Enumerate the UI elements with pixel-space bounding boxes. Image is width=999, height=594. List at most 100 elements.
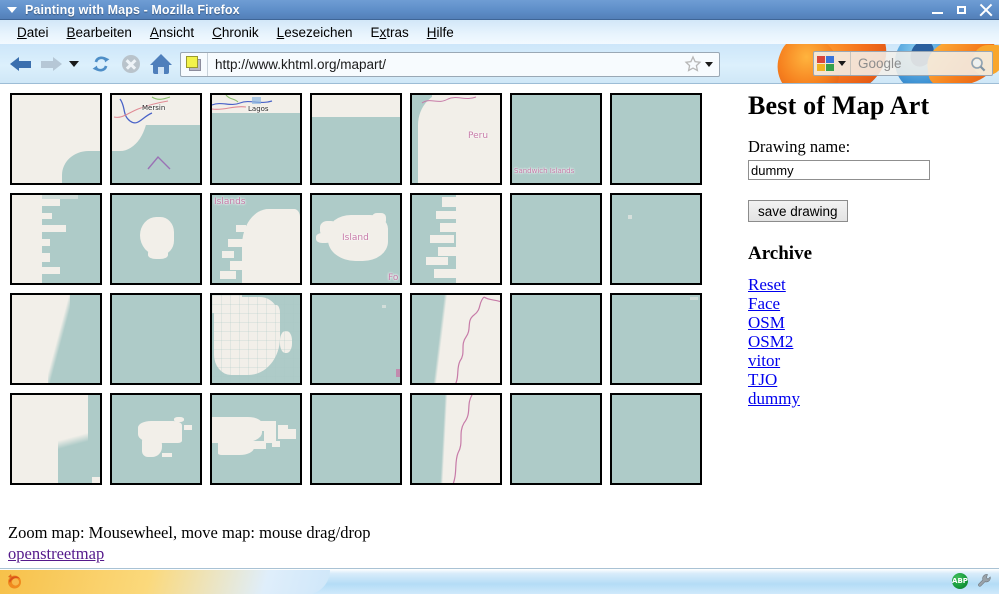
tile-row xyxy=(10,393,720,485)
map-tile[interactable] xyxy=(10,93,102,185)
reload-button[interactable] xyxy=(86,49,116,79)
tools-icon[interactable] xyxy=(977,573,993,589)
archive-link-osm2[interactable]: OSM2 xyxy=(748,332,793,351)
tile-label: Peru xyxy=(468,131,489,141)
page-title: Best of Map Art xyxy=(748,91,930,120)
openstreetmap-link[interactable]: openstreetmap xyxy=(8,544,104,564)
sidebar: Best of Map Art Drawing name: save drawi… xyxy=(748,91,992,408)
window-title: Painting with Maps - Mozilla Firefox xyxy=(25,2,240,17)
url-dropdown-icon[interactable] xyxy=(705,61,713,67)
save-drawing-button[interactable]: save drawing xyxy=(748,200,848,222)
close-icon[interactable] xyxy=(979,3,993,17)
home-button[interactable] xyxy=(146,49,176,79)
map-tile[interactable]: Islands xyxy=(210,193,302,285)
map-tile[interactable] xyxy=(10,193,102,285)
map-tile[interactable] xyxy=(310,393,402,485)
tile-row xyxy=(10,293,720,385)
search-bar[interactable]: Google xyxy=(813,51,993,76)
stop-button[interactable] xyxy=(116,49,146,79)
back-button[interactable] xyxy=(6,49,36,79)
search-icon[interactable] xyxy=(967,54,989,74)
drawing-name-input[interactable] xyxy=(748,160,930,180)
title-bar: Painting with Maps - Mozilla Firefox xyxy=(0,0,999,20)
menu-item-ansicht[interactable]: Ansicht xyxy=(141,24,203,41)
map-tile[interactable]: Island Fo xyxy=(310,193,402,285)
map-tile-grid: Mersin Lagos Peru Sandwich Islands Islan… xyxy=(10,93,720,493)
map-tile[interactable] xyxy=(610,193,702,285)
map-tile[interactable] xyxy=(610,293,702,385)
navigation-toolbar: http://www.khtml.org/mapart/ Google xyxy=(0,44,999,84)
tile-label: Sandwich Islands xyxy=(514,167,575,175)
forward-button[interactable] xyxy=(36,49,66,79)
map-tile[interactable] xyxy=(110,393,202,485)
archive-heading: Archive xyxy=(748,243,813,264)
tile-label: Fo xyxy=(388,273,399,283)
url-bar[interactable]: http://www.khtml.org/mapart/ xyxy=(180,51,720,77)
google-icon xyxy=(817,56,834,71)
tile-label: Island xyxy=(342,233,369,243)
maximize-icon[interactable] xyxy=(955,3,969,17)
status-bar: ABP xyxy=(0,568,999,594)
map-tile[interactable] xyxy=(310,293,402,385)
status-bar-decoration xyxy=(0,570,330,594)
search-input[interactable]: Google xyxy=(851,56,967,71)
menu-item-extras[interactable]: Extras xyxy=(362,24,418,41)
menu-item-chronik[interactable]: Chronik xyxy=(203,24,268,41)
map-tile[interactable] xyxy=(10,393,102,485)
adblock-plus-icon[interactable]: ABP xyxy=(952,573,968,589)
arrow-left-icon xyxy=(10,55,32,73)
map-tile[interactable] xyxy=(610,93,702,185)
window-controls xyxy=(931,0,993,20)
drawing-name-label: Drawing name: xyxy=(748,137,851,156)
home-icon xyxy=(150,54,172,74)
menu-item-lesezeichen[interactable]: Lesezeichen xyxy=(268,24,362,41)
archive-link-tjo[interactable]: TJO xyxy=(748,370,777,389)
window-menu-icon[interactable] xyxy=(7,6,17,13)
archive-link-dummy[interactable]: dummy xyxy=(748,389,800,408)
map-tile[interactable] xyxy=(210,293,302,385)
menu-bar: Datei Bearbeiten Ansicht Chronik Lesezei… xyxy=(0,20,999,44)
map-tile[interactable] xyxy=(410,193,502,285)
chevron-down-icon[interactable] xyxy=(69,61,79,67)
archive-link-reset[interactable]: Reset xyxy=(748,275,786,294)
archive-link-vitor[interactable]: vitor xyxy=(748,351,780,370)
browser-window: Painting with Maps - Mozilla Firefox Dat… xyxy=(0,0,999,594)
map-tile[interactable] xyxy=(110,293,202,385)
map-tile[interactable] xyxy=(510,193,602,285)
map-tile[interactable]: Sandwich Islands xyxy=(510,93,602,185)
archive-link-osm[interactable]: OSM xyxy=(748,313,785,332)
url-input[interactable]: http://www.khtml.org/mapart/ xyxy=(208,57,683,72)
tile-row: Islands Island Fo xyxy=(10,193,720,285)
tile-label: Lagos xyxy=(248,105,269,113)
map-tile[interactable] xyxy=(110,193,202,285)
reload-icon xyxy=(91,54,111,74)
archive-link-face[interactable]: Face xyxy=(748,294,780,313)
archive-link-list: Reset Face OSM OSM2 vitor TJO dummy xyxy=(748,275,992,408)
tile-row: Mersin Lagos Peru Sandwich Islands xyxy=(10,93,720,185)
map-tile[interactable] xyxy=(510,393,602,485)
map-tile[interactable] xyxy=(10,293,102,385)
menu-item-bearbeiten[interactable]: Bearbeiten xyxy=(58,24,141,41)
bookmark-star-icon[interactable] xyxy=(683,54,703,74)
map-tile[interactable] xyxy=(610,393,702,485)
page-content: Mersin Lagos Peru Sandwich Islands Islan… xyxy=(0,85,999,568)
menu-item-datei[interactable]: Datei xyxy=(8,24,58,41)
minimize-icon[interactable] xyxy=(931,3,945,17)
status-bar-tray: ABP xyxy=(952,573,993,589)
search-engine-dropdown-icon[interactable] xyxy=(838,61,846,66)
map-tile[interactable] xyxy=(310,93,402,185)
arrow-right-icon xyxy=(40,55,62,73)
stop-icon xyxy=(122,55,140,73)
map-tile[interactable]: Lagos xyxy=(210,93,302,185)
tile-label: Islands xyxy=(214,197,246,207)
menu-item-hilfe[interactable]: Hilfe xyxy=(418,24,463,41)
map-tile[interactable] xyxy=(410,393,502,485)
map-tile[interactable]: Mersin xyxy=(110,93,202,185)
map-tile[interactable]: Peru xyxy=(410,93,502,185)
map-tile[interactable] xyxy=(210,393,302,485)
page-hint-text: Zoom map: Mousewheel, move map: mouse dr… xyxy=(8,523,371,542)
map-tile[interactable] xyxy=(410,293,502,385)
firefox-throbber-icon xyxy=(6,573,23,590)
map-tile[interactable] xyxy=(510,293,602,385)
tile-label: Mersin xyxy=(142,104,166,112)
